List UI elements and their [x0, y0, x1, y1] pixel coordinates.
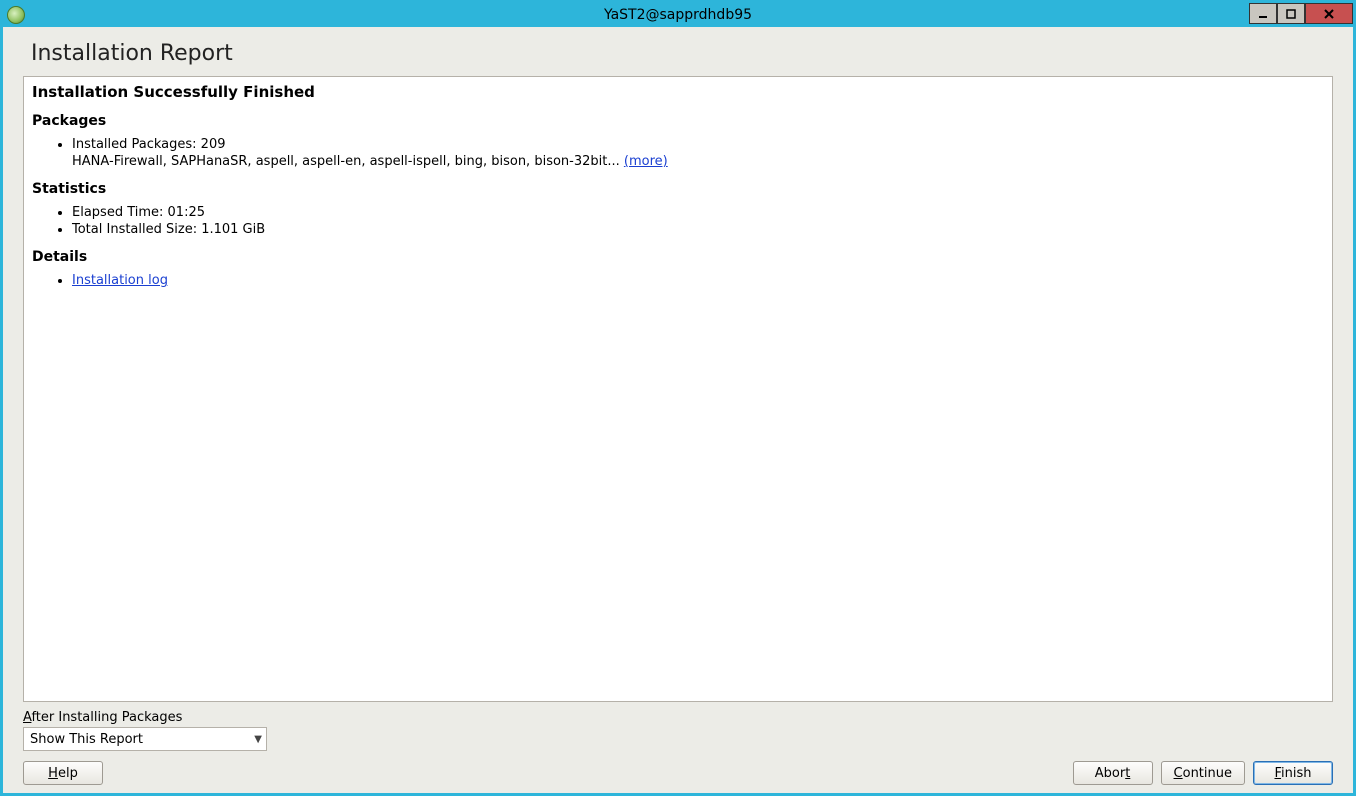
- after-install-selected: Show This Report: [30, 732, 143, 747]
- more-link[interactable]: (more): [624, 154, 668, 169]
- titlebar[interactable]: YaST2@sapprdhdb95: [3, 3, 1353, 27]
- content-area: Installation Report Installation Success…: [3, 27, 1353, 793]
- statistics-list: Elapsed Time: 01:25 Total Installed Size…: [72, 205, 1324, 239]
- elapsed-time: Elapsed Time: 01:25: [72, 205, 1324, 222]
- minimize-button[interactable]: [1249, 3, 1277, 24]
- after-install-label: After Installing Packages: [23, 710, 1333, 725]
- status-heading: Installation Successfully Finished: [32, 83, 1324, 101]
- window-title: YaST2@sapprdhdb95: [3, 7, 1353, 23]
- statistics-heading: Statistics: [32, 181, 1324, 197]
- bottom-bar: Help Abort Continue Finish: [3, 755, 1353, 793]
- after-install-row: After Installing Packages Show This Repo…: [3, 708, 1353, 755]
- details-item: Installation log: [72, 273, 1324, 290]
- maximize-button[interactable]: [1277, 3, 1305, 24]
- page-title: Installation Report: [3, 27, 1353, 76]
- packages-sample-list: HANA-Firewall, SAPHanaSR, aspell, aspell…: [72, 154, 624, 169]
- window-controls: [1249, 3, 1353, 27]
- abort-button[interactable]: Abort: [1073, 761, 1153, 785]
- packages-item: Installed Packages: 209 HANA-Firewall, S…: [72, 137, 1324, 171]
- chevron-down-icon: ▼: [254, 734, 262, 745]
- right-buttons: Abort Continue Finish: [1065, 761, 1333, 785]
- installed-packages-count: Installed Packages: 209: [72, 137, 226, 152]
- help-button[interactable]: Help: [23, 761, 103, 785]
- packages-list: Installed Packages: 209 HANA-Firewall, S…: [72, 137, 1324, 171]
- close-button[interactable]: [1305, 3, 1353, 24]
- installed-size: Total Installed Size: 1.101 GiB: [72, 222, 1324, 239]
- continue-button[interactable]: Continue: [1161, 761, 1245, 785]
- finish-button[interactable]: Finish: [1253, 761, 1333, 785]
- details-heading: Details: [32, 249, 1324, 265]
- app-window: YaST2@sapprdhdb95 Installation Report In…: [0, 0, 1356, 796]
- installation-log-link[interactable]: Installation log: [72, 273, 168, 288]
- details-list: Installation log: [72, 273, 1324, 290]
- packages-heading: Packages: [32, 113, 1324, 129]
- report-panel: Installation Successfully Finished Packa…: [23, 76, 1333, 702]
- after-install-combobox[interactable]: Show This Report ▼: [23, 727, 267, 751]
